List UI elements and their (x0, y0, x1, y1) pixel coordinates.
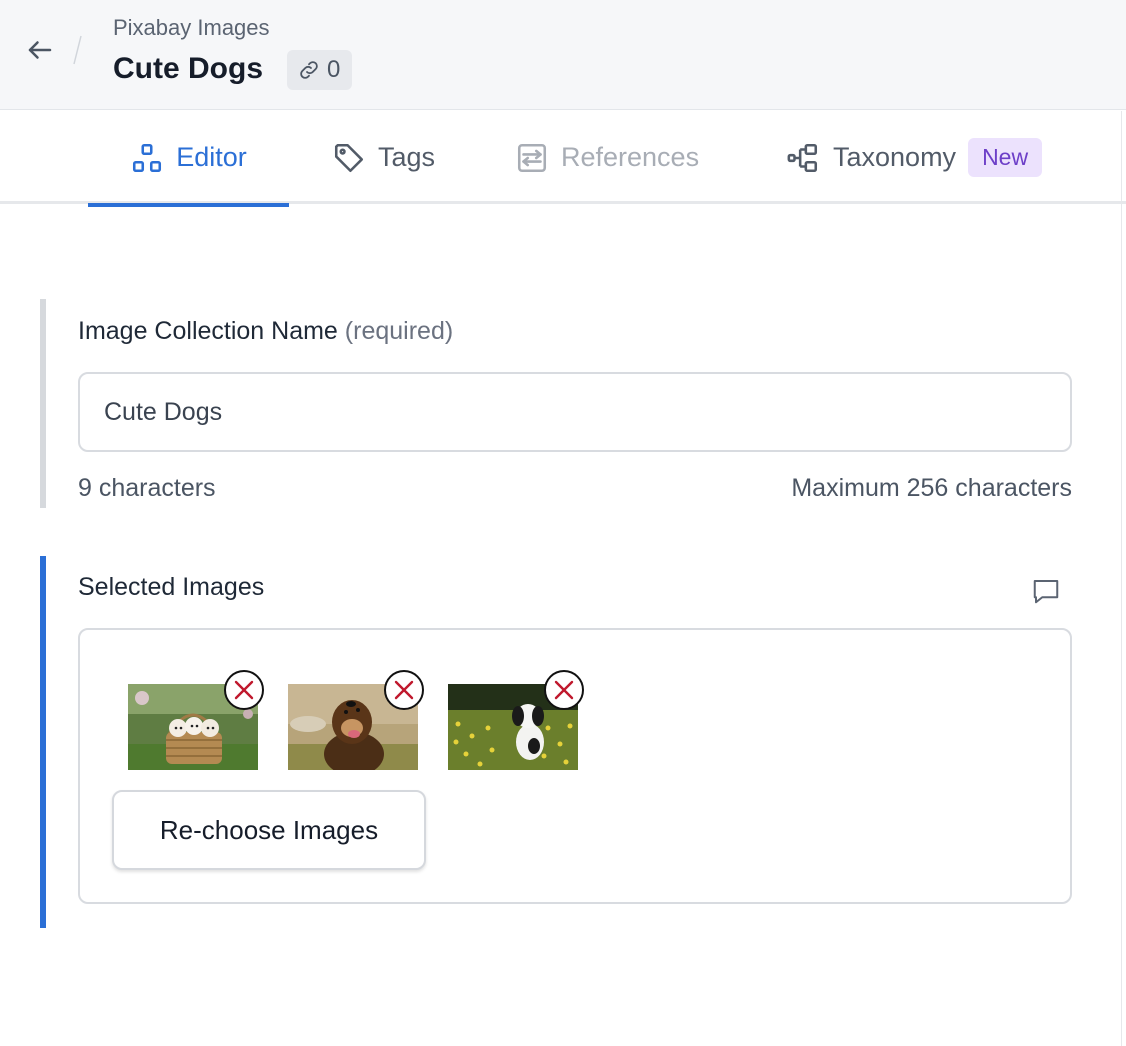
tab-references: References (515, 111, 699, 204)
breadcrumb-divider (73, 35, 82, 65)
field-label-text: Image Collection Name (78, 317, 338, 345)
tag-icon (334, 143, 364, 172)
tab-label: Taxonomy (833, 142, 957, 172)
comment-icon[interactable] (1030, 576, 1062, 606)
collection-name-input[interactable] (78, 372, 1072, 452)
tab-bar: Editor Tags References Taxonomy New (0, 111, 1126, 207)
back-button[interactable] (20, 30, 60, 70)
field-label: Image Collection Name (required) (78, 317, 453, 346)
page-header: Pixabay Images Cute Dogs 0 (0, 0, 1126, 110)
hierarchy-icon (787, 143, 818, 172)
page-title: Cute Dogs (113, 52, 263, 85)
blocks-icon (133, 143, 162, 172)
close-icon (394, 680, 414, 700)
close-icon (234, 680, 254, 700)
tab-taxonomy[interactable]: Taxonomy New (785, 111, 1043, 204)
tab-tags[interactable]: Tags (332, 111, 435, 204)
arrow-left-icon (28, 41, 52, 59)
max-length-hint: Maximum 256 characters (791, 474, 1072, 502)
rechoose-images-button[interactable]: Re-choose Images (112, 790, 426, 870)
tab-label: Tags (378, 142, 436, 172)
collection-name-section: Image Collection Name (required) 9 chara… (40, 299, 1080, 508)
link-icon (300, 61, 318, 79)
tab-label: Editor (176, 142, 247, 172)
breadcrumb[interactable]: Pixabay Images (113, 15, 270, 41)
required-hint: (required) (344, 317, 454, 345)
character-count: 9 characters (78, 474, 216, 502)
remove-image-button[interactable] (384, 670, 424, 710)
arrows-exchange-icon (517, 143, 547, 172)
tab-label: References (561, 142, 700, 172)
new-badge: New (968, 138, 1043, 177)
remove-image-button[interactable] (544, 670, 584, 710)
tab-editor[interactable]: Editor (88, 111, 289, 207)
link-count: 0 (327, 56, 341, 83)
selected-images-box: Re-choose Images (78, 628, 1072, 904)
field-label: Selected Images (78, 573, 265, 601)
remove-image-button[interactable] (224, 670, 264, 710)
references-count-badge[interactable]: 0 (287, 50, 353, 90)
close-icon (554, 680, 574, 700)
panel-divider (1121, 111, 1122, 1046)
selected-images-section: Selected Images Re-choose Images (40, 556, 1080, 928)
